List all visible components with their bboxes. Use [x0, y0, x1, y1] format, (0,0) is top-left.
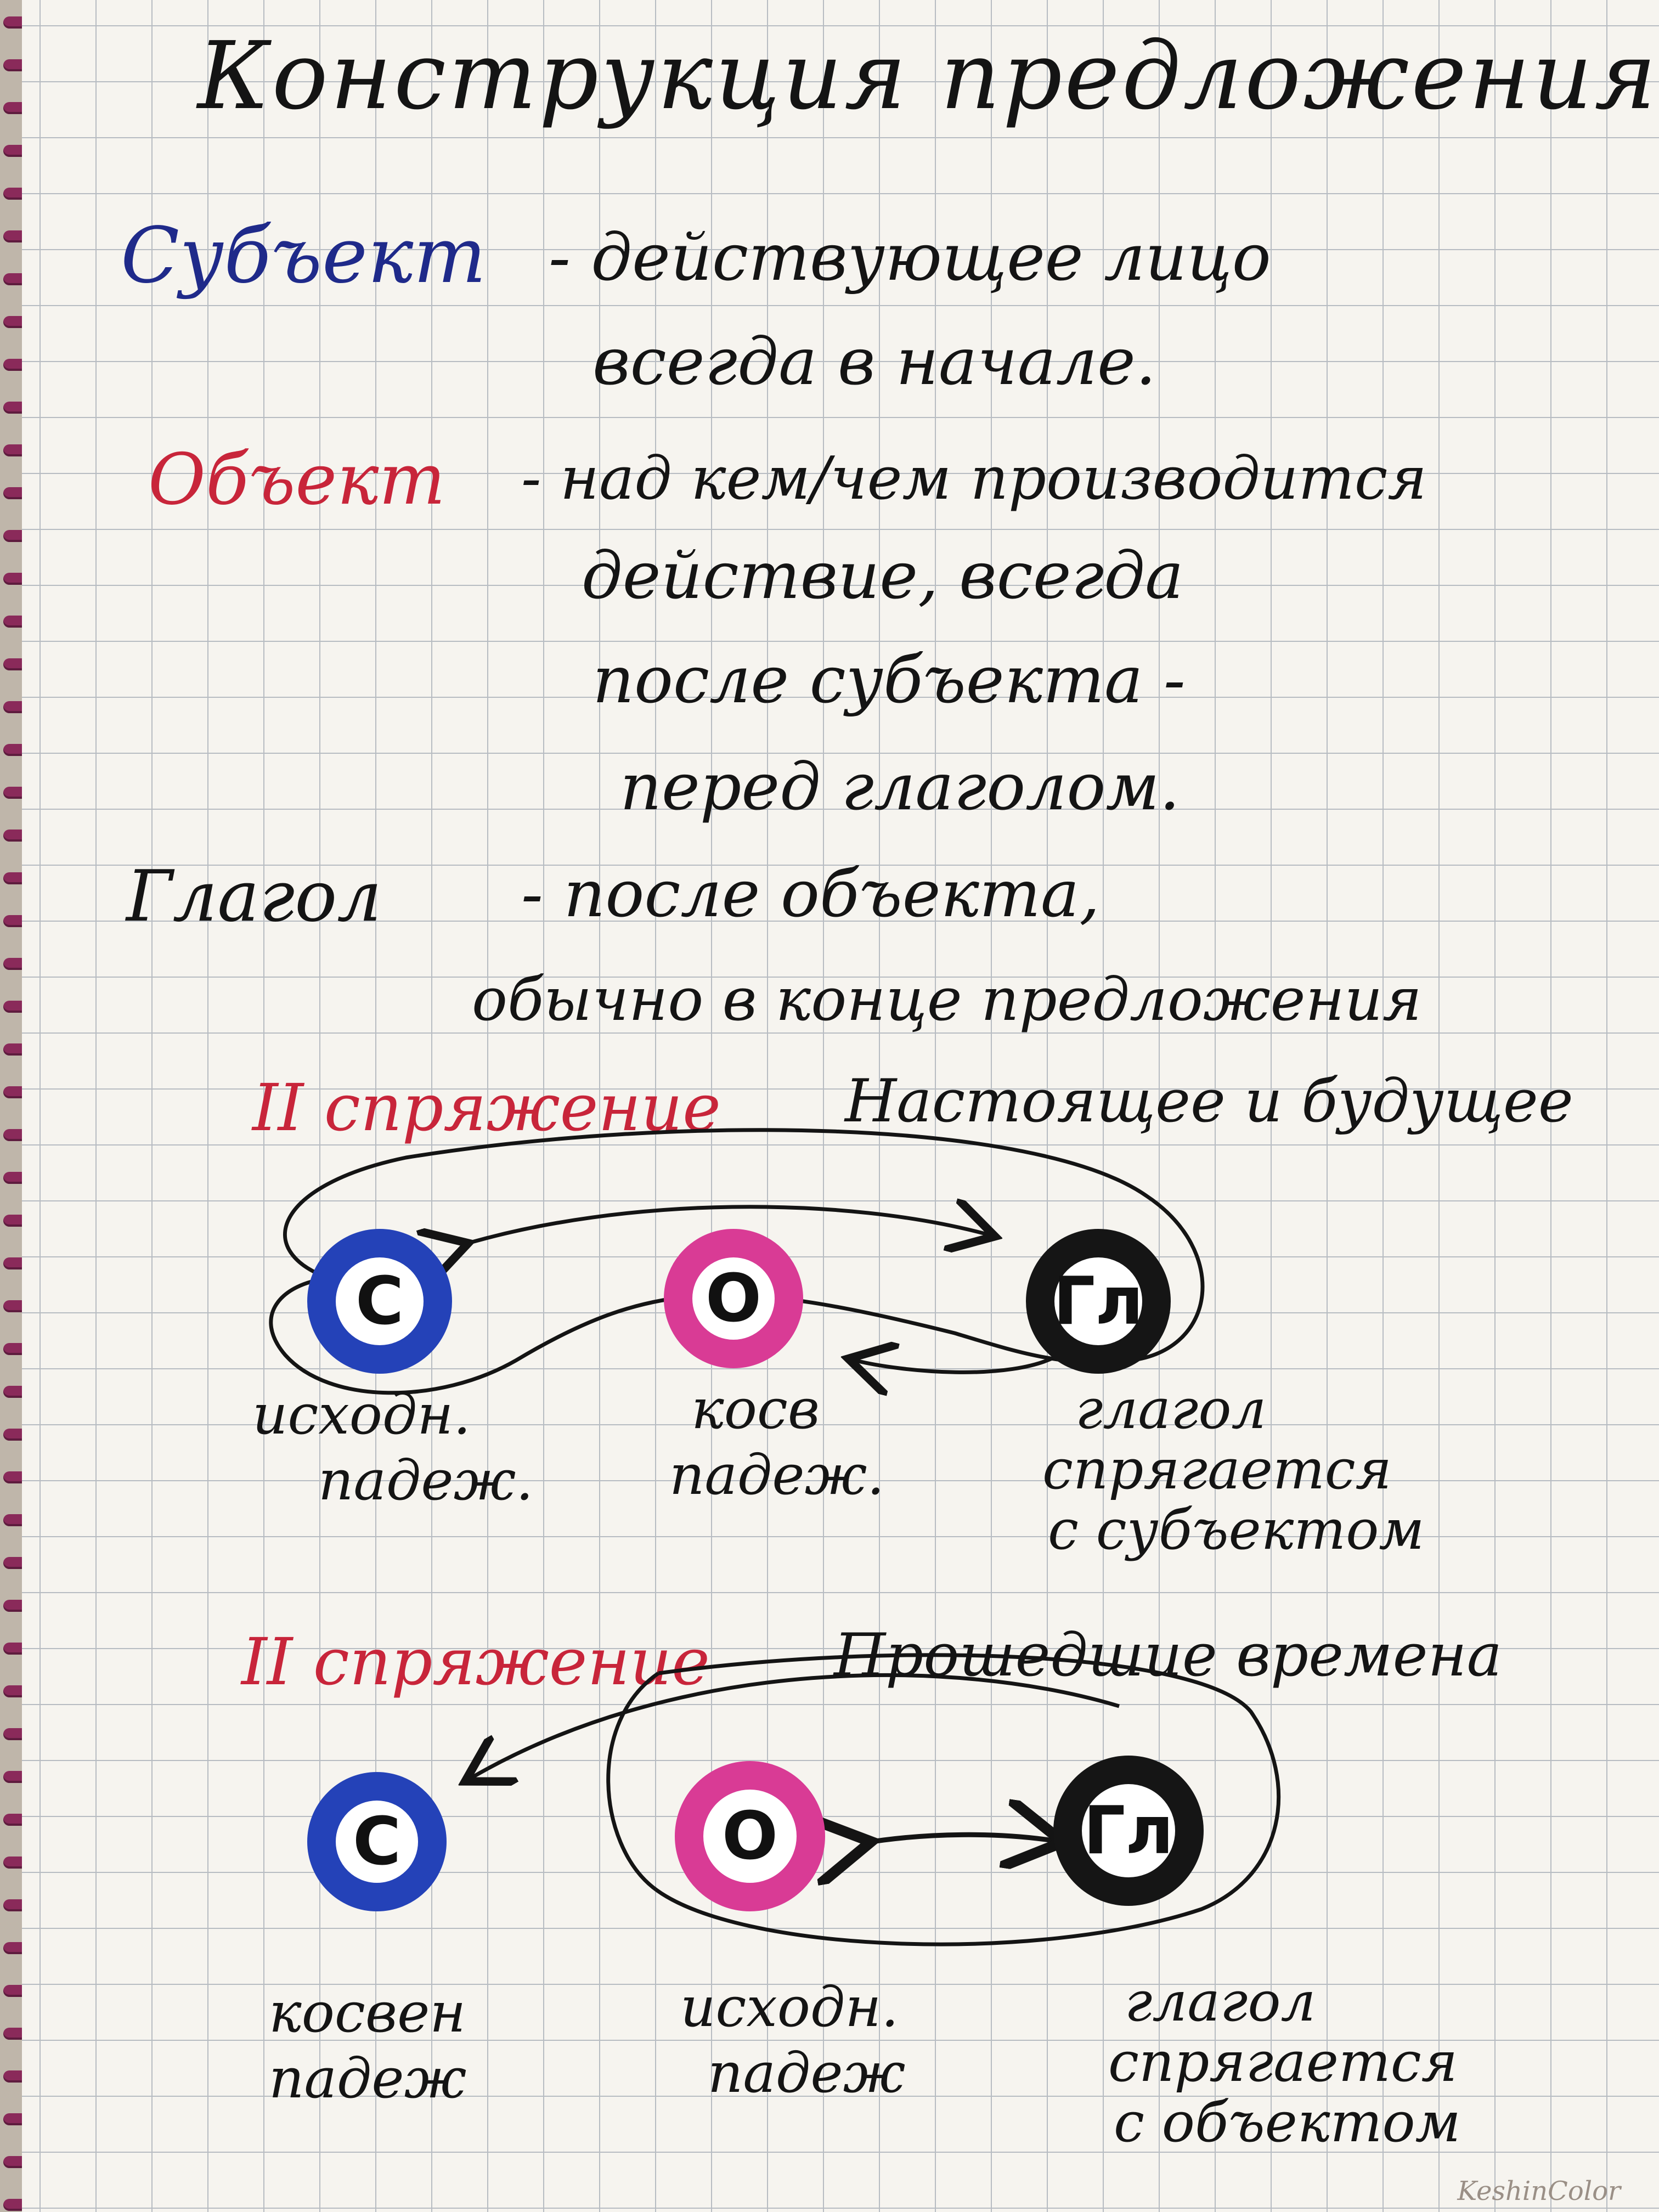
diagram2-arrow-verb-subject	[472, 1673, 1120, 1778]
diagram2-caption-verb-line-2: спрягается	[1108, 2030, 1458, 2094]
diagram1-caption-verb-line-3: с субъектом	[1048, 1498, 1425, 1562]
diagram1-node-object: О	[664, 1229, 803, 1368]
conjugation-diagrams-svg	[269, 1128, 1281, 1946]
diagram2-caption-subject-line-2: падеж	[269, 2046, 467, 2111]
diagram1-node-subject-label: С	[355, 1263, 404, 1340]
diagram1-caption-object-line-2: падеж.	[669, 1443, 885, 1507]
diagram2-node-verb-label: Гл	[1083, 1792, 1174, 1869]
diagram2-arrow-object-verb	[861, 1835, 1053, 1843]
diagram1-caption-verb-line-1: глагол	[1075, 1377, 1267, 1441]
watermark: KeshinColor	[1457, 2176, 1621, 2207]
diagram2-node-subject-label: С	[352, 1803, 402, 1880]
diagram1-caption-object-line-1: косв	[691, 1377, 820, 1441]
diagram1-node-subject: С	[307, 1229, 452, 1374]
diagram1-caption-verb-line-2: спрягается	[1042, 1437, 1392, 1502]
diagram2-caption-subject-line-1: косвен	[269, 1980, 466, 2045]
diagram2-node-subject: С	[307, 1772, 447, 1911]
diagram2-node-object-label: О	[721, 1798, 778, 1875]
diagram1-caption-subject-line-2: падеж.	[318, 1448, 534, 1513]
notebook-page: Конструкция предложения Субъект - действ…	[22, 0, 1659, 2212]
diagram1-node-verb-label: Гл	[1053, 1263, 1144, 1340]
diagram1-caption-subject-line-1: исходн.	[252, 1383, 471, 1447]
diagram2-caption-object-line-2: падеж	[708, 2041, 906, 2105]
diagram2-caption-verb-line-1: глагол	[1125, 1970, 1316, 2034]
diagram1-arrow-verb-object	[856, 1355, 1060, 1372]
diagram2-node-object: О	[675, 1761, 825, 1911]
diagram2-caption-verb-line-3: с объектом	[1114, 2090, 1461, 2154]
diagram1-node-object-label: О	[705, 1260, 761, 1337]
diagram2-node-verb: Гл	[1053, 1756, 1204, 1906]
diagram2-caption-object-line-1: исходн.	[680, 1975, 899, 2039]
diagram1-node-verb: Гл	[1026, 1229, 1171, 1374]
